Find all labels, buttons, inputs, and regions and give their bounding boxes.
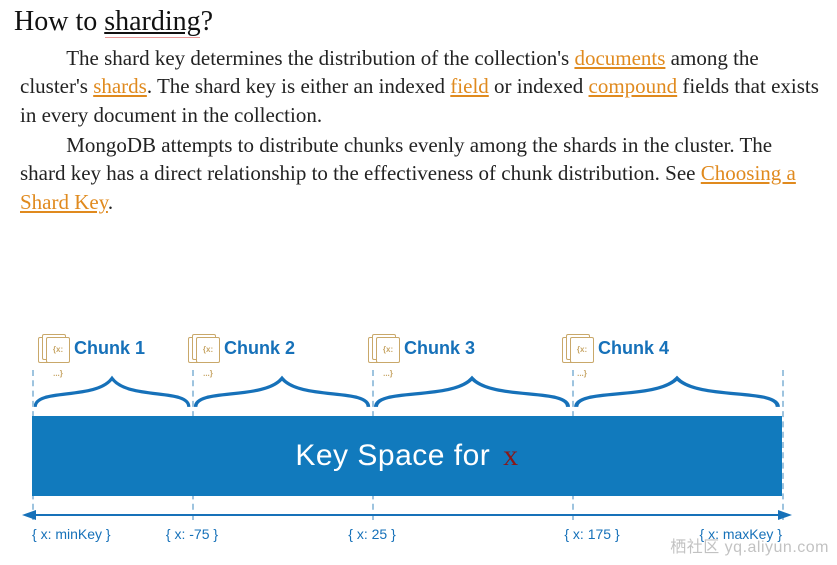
- chunk-label: Chunk 3: [404, 338, 475, 359]
- boundary-value-neg75: { x: -75 }: [166, 526, 218, 542]
- heading-keyword: sharding: [104, 6, 200, 37]
- keyspace-bar-label: Key Space for x: [295, 439, 518, 473]
- keyspace-bar: Key Space for x: [32, 416, 782, 496]
- axis-arrow: [22, 508, 792, 522]
- page-title: How to sharding?: [14, 6, 821, 38]
- document-stack-icon: {x: ...}: [188, 334, 218, 362]
- document-stack-icon: {x: ...}: [368, 334, 398, 362]
- boundary-value-175: { x: 175 }: [564, 526, 619, 542]
- bar-label-var: x: [503, 439, 519, 472]
- brace-chunk-4: [572, 372, 782, 410]
- t-p1d: or indexed: [489, 74, 589, 98]
- chunk-header-1: {x: ...} Chunk 1: [38, 334, 145, 362]
- body-text: The shard key determines the distributio…: [20, 44, 821, 216]
- brace-chunk-2: [192, 372, 372, 410]
- chunk-label: Chunk 4: [598, 338, 669, 359]
- bar-label-prefix: Key Space for: [295, 439, 499, 472]
- boundary-line: [782, 370, 784, 520]
- boundary-value-25: { x: 25 }: [348, 526, 395, 542]
- document-stack-icon: {x: ...}: [562, 334, 592, 362]
- t-p1c: . The shard key is either an indexed: [147, 74, 450, 98]
- keyspace-diagram: {x: ...} Chunk 1 {x: ...} Chunk 2 {x: ..…: [32, 326, 822, 558]
- brace-chunk-1: [32, 372, 192, 410]
- link-compound[interactable]: compound: [589, 74, 678, 98]
- boundary-value-maxkey: { x: maxKey }: [700, 526, 782, 542]
- chunk-label: Chunk 1: [74, 338, 145, 359]
- t-p2a: MongoDB attempts to distribute chunks ev…: [20, 133, 772, 185]
- chunk-header-4: {x: ...} Chunk 4: [562, 334, 669, 362]
- t-p2b: .: [108, 190, 113, 214]
- link-shards[interactable]: shards: [93, 74, 147, 98]
- document-stack-icon: {x: ...}: [38, 334, 68, 362]
- brace-chunk-3: [372, 372, 572, 410]
- link-documents[interactable]: documents: [574, 46, 665, 70]
- boundary-value-minkey: { x: minKey }: [32, 526, 111, 542]
- chunk-label: Chunk 2: [224, 338, 295, 359]
- link-field[interactable]: field: [450, 74, 488, 98]
- chunk-header-3: {x: ...} Chunk 3: [368, 334, 475, 362]
- heading-pre: How to: [14, 6, 104, 37]
- chunk-header-2: {x: ...} Chunk 2: [188, 334, 295, 362]
- t-p1a: The shard key determines the distributio…: [66, 46, 574, 70]
- heading-post: ?: [201, 6, 213, 37]
